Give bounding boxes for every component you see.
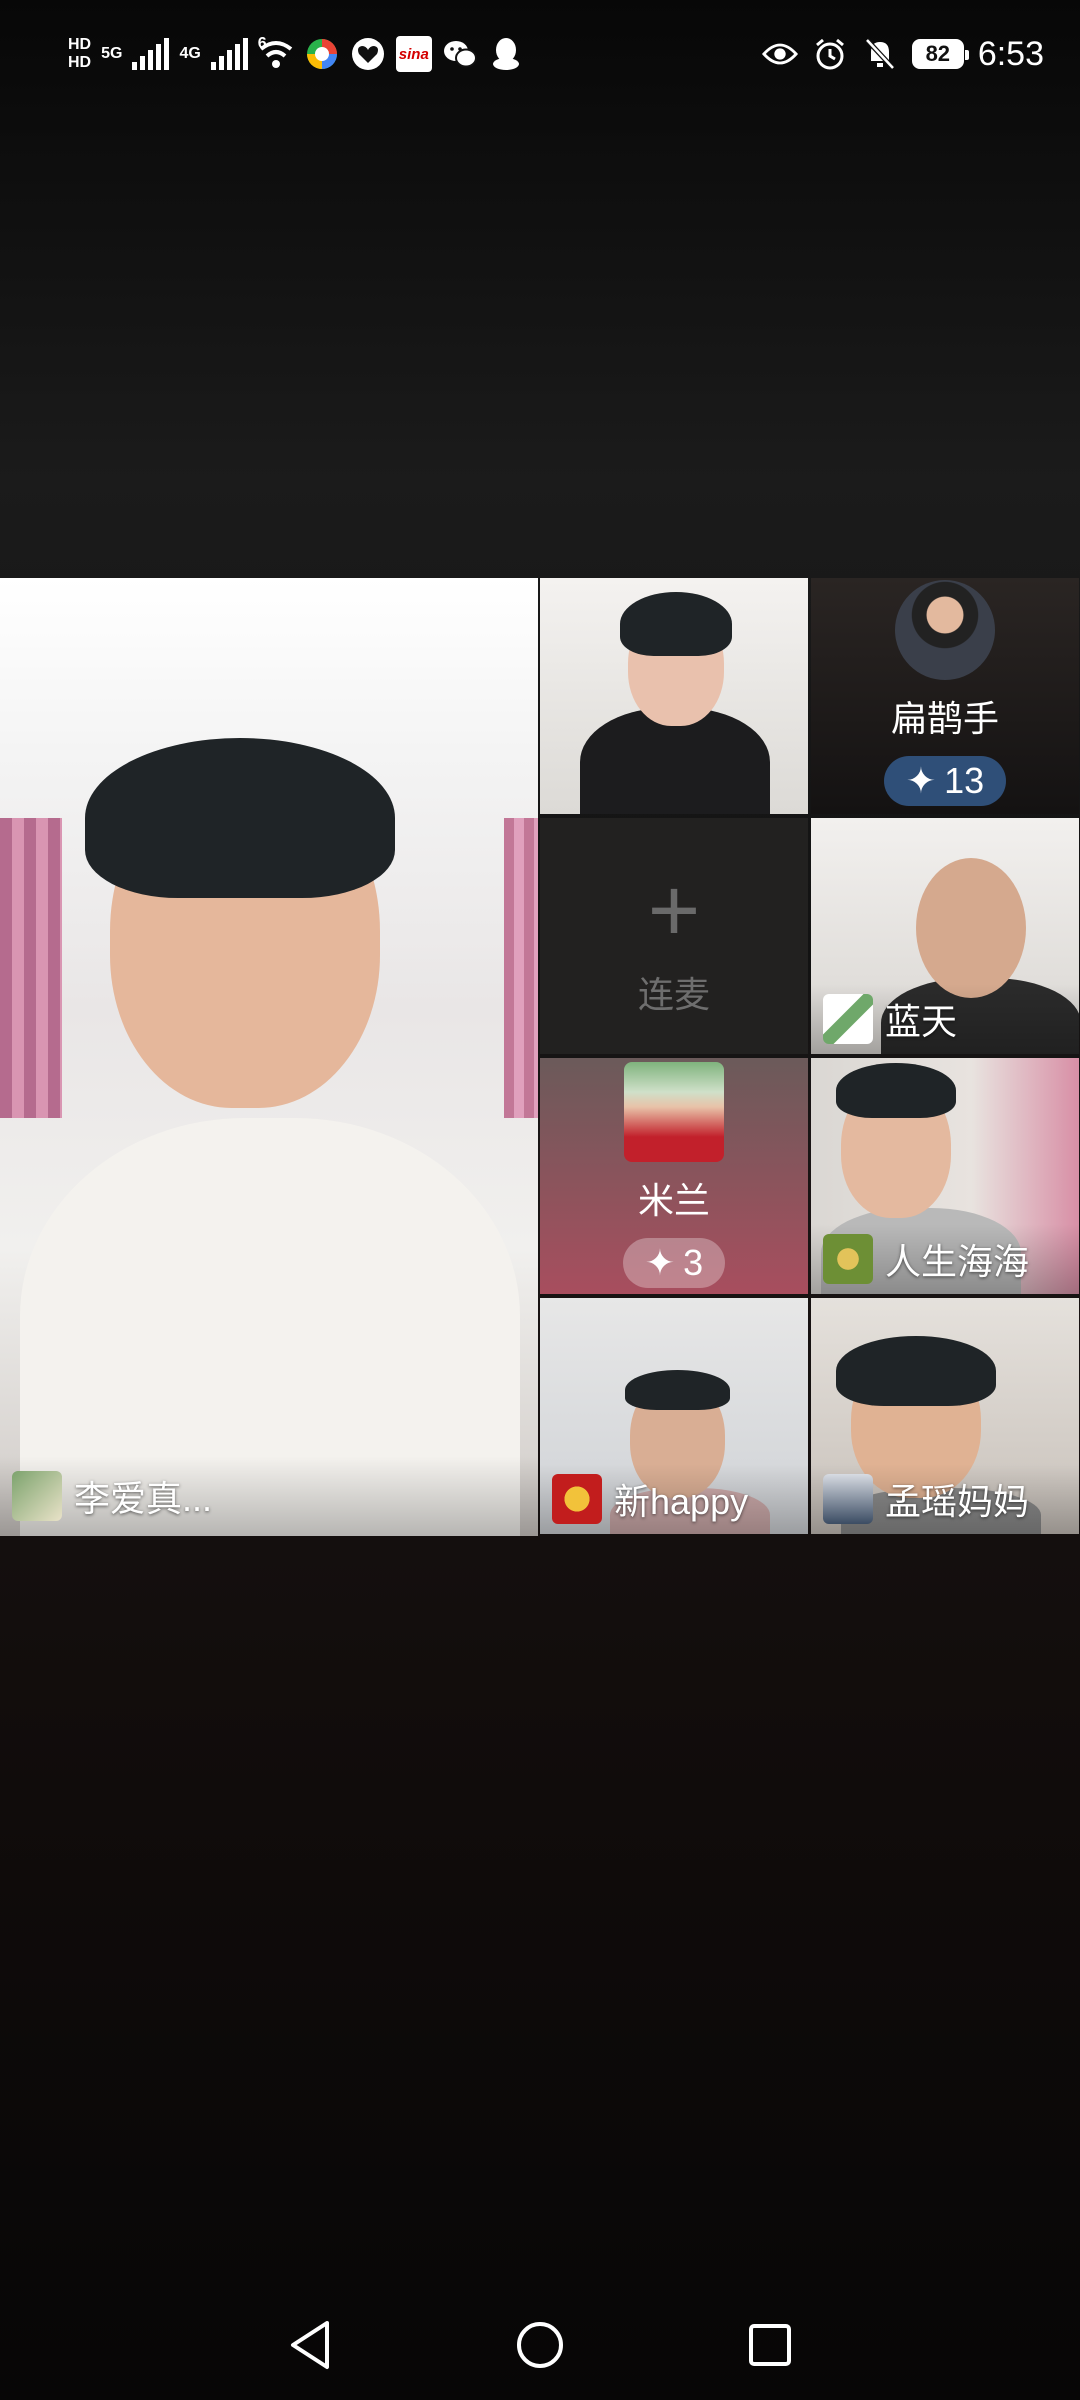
- status-bar-left: HD HD 5G 4G 6 sina: [68, 28, 524, 80]
- curtain-right: [504, 818, 538, 1118]
- main-video-tile[interactable]: 李爱真...: [0, 578, 538, 1536]
- sparkle-badge: ✦ 13: [883, 756, 1007, 806]
- person-hair: [620, 592, 732, 656]
- join-mic-tile[interactable]: + 连麦: [540, 818, 808, 1054]
- main-tile-namebar: 李爱真...: [0, 1456, 538, 1536]
- back-button[interactable]: [280, 2315, 340, 2375]
- participant-name: 李爱真...: [74, 1478, 213, 1519]
- network-5g-label: 5G: [101, 45, 123, 62]
- video-tile-4[interactable]: 蓝天: [811, 818, 1079, 1054]
- avatar: [823, 1474, 873, 1524]
- avatar: [823, 1234, 873, 1284]
- person-hair: [836, 1336, 996, 1406]
- mute-icon: [862, 36, 898, 72]
- plus-icon: +: [647, 861, 701, 961]
- avatar: [823, 994, 873, 1044]
- tile-namebar: 人生海海: [811, 1224, 1079, 1294]
- video-tile-7[interactable]: 新happy: [540, 1298, 808, 1534]
- person-hair: [625, 1370, 730, 1410]
- participant-name: 扁鹊手: [890, 698, 999, 739]
- person-hair: [85, 738, 395, 898]
- participant-info: 米兰 ✦ 3: [540, 1058, 808, 1294]
- recents-button[interactable]: [740, 2315, 800, 2375]
- sina-app-icon: sina: [395, 36, 432, 72]
- signal-icon: [132, 38, 170, 70]
- video-tile-8[interactable]: 孟瑶妈妈: [811, 1298, 1079, 1534]
- tile-namebar: 孟瑶妈妈: [811, 1464, 1079, 1534]
- video-tile-5[interactable]: 米兰 ✦ 3: [540, 1058, 808, 1294]
- participant-info: 扁鹊手 ✦ 13: [811, 578, 1079, 814]
- recents-icon: [749, 2324, 791, 2366]
- wifi-icon: 6: [258, 36, 294, 72]
- signal-icon-2: [210, 38, 248, 70]
- curtain-left: [0, 818, 62, 1118]
- hd-indicator: HD HD: [68, 36, 92, 71]
- qq-icon: [488, 36, 524, 72]
- back-icon: [291, 2321, 329, 2369]
- person-face: [916, 858, 1026, 998]
- video-grid: 李爱真... 扁鹊手 ✦ 13 + 连麦 蓝天 米兰 ✦ 3 人生海海 新hap…: [0, 578, 1080, 1536]
- battery-indicator: 82: [911, 39, 969, 69]
- participant-name: 人生海海: [885, 1241, 1030, 1282]
- status-bar-right: 82 6:53: [761, 28, 1044, 80]
- sparkle-icon: ✦: [644, 1242, 676, 1283]
- video-tile-6[interactable]: 人生海海: [811, 1058, 1079, 1294]
- person-hair: [836, 1063, 956, 1118]
- avatar: [12, 1471, 62, 1521]
- clock: 6:53: [977, 34, 1044, 73]
- sparkle-icon: ✦: [905, 760, 937, 801]
- join-mic-content: + 连麦: [540, 818, 808, 1054]
- status-bar: HD HD 5G 4G 6 sina 82 6:53: [0, 0, 1080, 105]
- video-tile-1[interactable]: [540, 578, 808, 814]
- network-4g-label: 4G: [179, 45, 201, 62]
- avatar: [895, 580, 995, 680]
- tile-namebar: 新happy: [540, 1464, 808, 1534]
- alarm-icon: [812, 36, 848, 72]
- badge-count: 3: [683, 1242, 704, 1283]
- wechat-icon: [442, 36, 478, 72]
- home-button[interactable]: [510, 2315, 570, 2375]
- video-tile-2[interactable]: 扁鹊手 ✦ 13: [811, 578, 1079, 814]
- home-icon: [517, 2322, 563, 2368]
- participant-name: 米兰: [637, 1180, 710, 1221]
- participant-name: 新happy: [614, 1481, 749, 1522]
- avatar: [552, 1474, 602, 1524]
- eye-icon: [761, 36, 798, 72]
- join-mic-label: 连麦: [637, 974, 710, 1015]
- avatar: [624, 1062, 724, 1162]
- heart-app-icon: [350, 36, 386, 72]
- system-nav-bar: [0, 2290, 1080, 2400]
- participant-name: 蓝天: [885, 1001, 958, 1042]
- tile-namebar: 蓝天: [811, 984, 1079, 1054]
- badge-count: 13: [944, 760, 985, 801]
- sparkle-badge: ✦ 3: [622, 1238, 726, 1288]
- participant-name: 孟瑶妈妈: [885, 1481, 1030, 1522]
- colorful-app-icon: [304, 36, 340, 72]
